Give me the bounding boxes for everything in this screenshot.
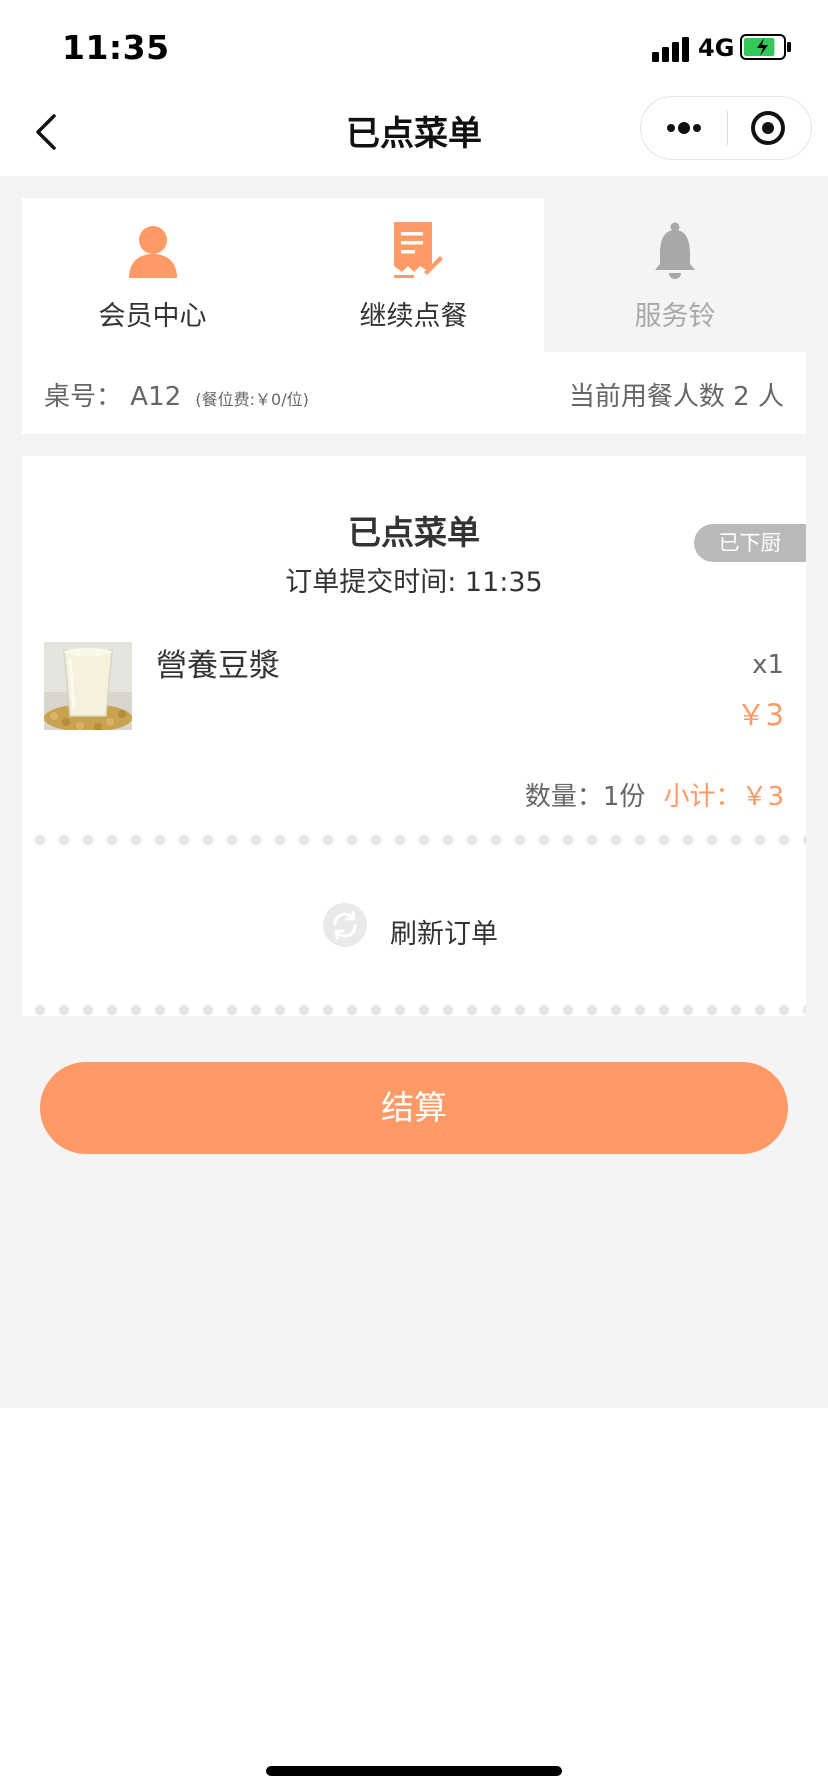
nav-bar: 已点菜单	[0, 88, 828, 176]
close-button[interactable]	[728, 97, 812, 159]
chevron-left-icon	[36, 114, 56, 150]
continue-ordering-label: 继续点餐	[359, 301, 468, 332]
dotted-edge	[22, 1004, 806, 1016]
order-summary: 数量：1份 小计：￥3	[525, 776, 784, 813]
mini-program-capsule	[640, 96, 812, 160]
order-list-icon	[393, 222, 443, 278]
home-indicator	[266, 1766, 562, 1776]
status-badge: 已下厨	[694, 524, 806, 562]
checkout-button[interactable]: 结算	[40, 1062, 788, 1154]
more-button[interactable]	[641, 97, 727, 159]
table-info: 桌号： A12 (餐位费:￥0/位) 当前用餐人数 2 人	[22, 352, 806, 434]
dish-name: 營養豆漿	[156, 648, 280, 684]
page: 11:35 4G 已点菜单 会员中心 继续点餐 服务铃 桌号： A12 (餐位费…	[0, 0, 828, 1792]
status-bar: 11:35 4G	[0, 0, 828, 88]
seat-fee: (餐位费:￥0/位)	[195, 390, 309, 409]
person-icon	[128, 226, 177, 278]
service-bell-label: 服务铃	[634, 301, 716, 332]
subtotal-value: ￥3	[741, 782, 784, 812]
signal-icon	[652, 37, 692, 62]
page-title: 已点菜单	[346, 114, 482, 154]
content-area: 会员中心 继续点餐 服务铃 桌号： A12 (餐位费:￥0/位) 当前用餐人数 …	[0, 176, 828, 1408]
member-center-label: 会员中心	[98, 301, 207, 332]
table-number-info: 桌号： A12 (餐位费:￥0/位)	[44, 376, 309, 413]
table-label: 桌号：	[44, 382, 123, 412]
order-submit-time: 订单提交时间: 11:35	[285, 567, 543, 598]
back-button[interactable]	[22, 106, 74, 158]
soy-milk-image	[44, 642, 132, 730]
refresh-order-label: 刷新订单	[390, 919, 498, 950]
bell-icon	[655, 222, 695, 279]
order-title: 已点菜单	[348, 513, 480, 552]
order-card: 已点菜单 订单提交时间: 11:35 已下厨 營養豆漿 x1 ￥3 数量：1份 …	[22, 456, 806, 1016]
battery-icon	[740, 34, 791, 60]
member-center-button[interactable]: 会员中心	[22, 198, 283, 352]
quantity-value: 1份	[602, 782, 646, 812]
dotted-divider	[22, 834, 806, 846]
service-bell-button[interactable]: 服务铃	[544, 198, 806, 352]
subtotal-label: 小计：	[663, 782, 742, 812]
quick-actions-card: 会员中心 继续点餐 服务铃 桌号： A12 (餐位费:￥0/位) 当前用餐人数 …	[22, 198, 806, 434]
diners-count: 当前用餐人数 2 人	[568, 382, 784, 412]
dish-price: ￥3	[736, 698, 784, 732]
status-time: 11:35	[62, 28, 170, 67]
target-circle-icon	[751, 111, 785, 145]
network-type: 4G	[698, 34, 735, 62]
more-dots-icon	[667, 122, 701, 134]
dish-quantity: x1	[752, 650, 784, 680]
table-number: A12	[130, 382, 182, 412]
refresh-icon	[323, 903, 367, 947]
quantity-label: 数量：	[524, 782, 603, 812]
continue-ordering-button[interactable]: 继续点餐	[283, 198, 544, 352]
